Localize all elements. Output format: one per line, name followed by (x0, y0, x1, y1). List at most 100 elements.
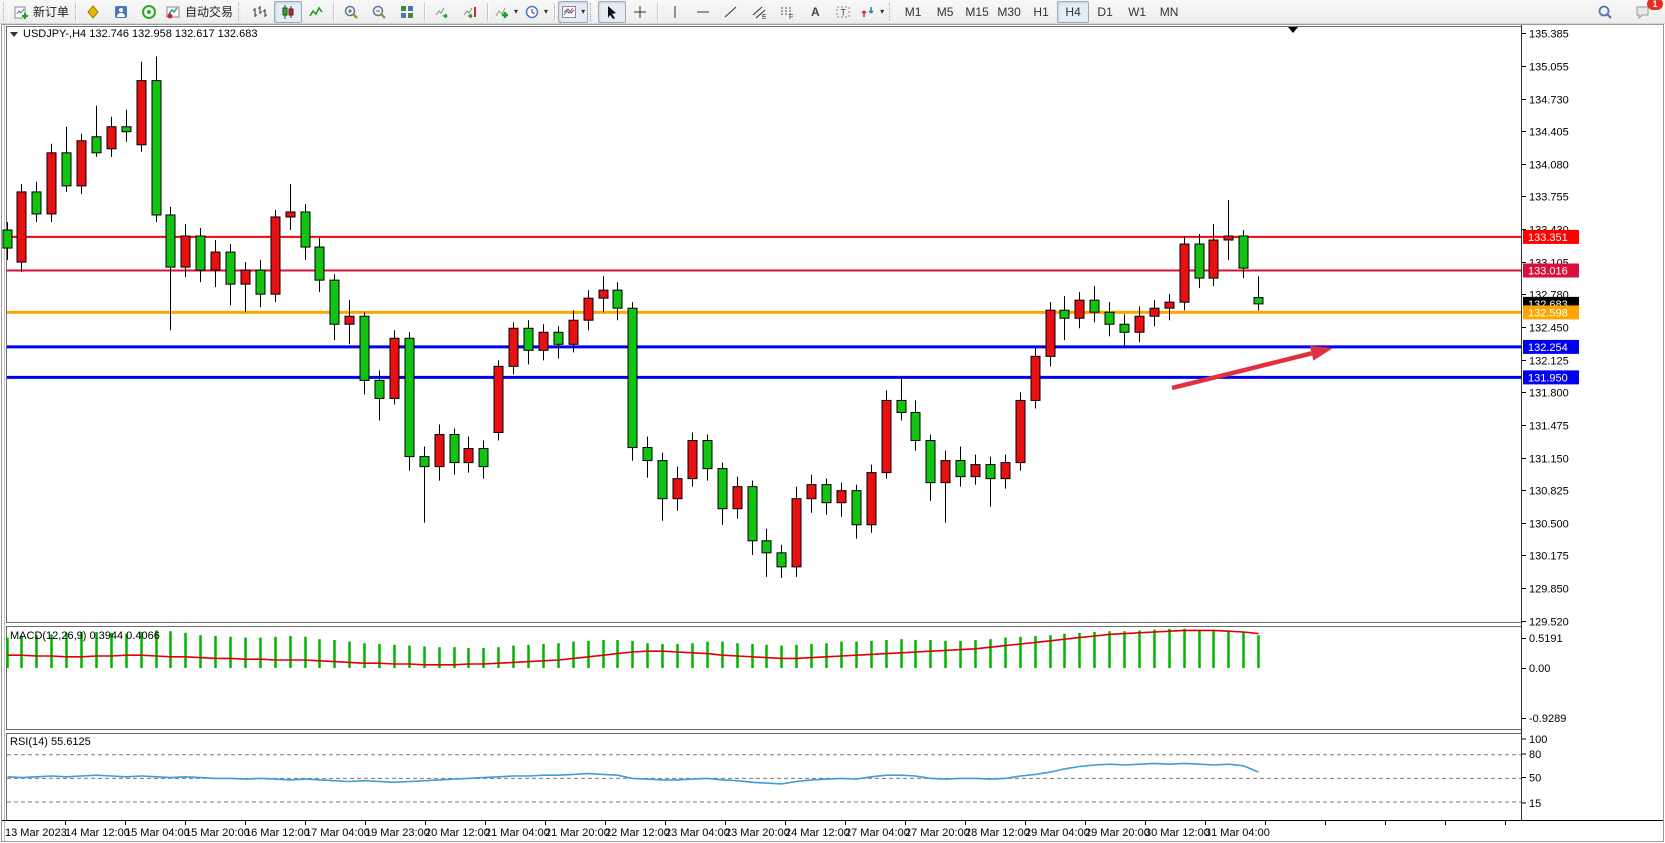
svg-text:80: 80 (1529, 749, 1541, 761)
textA-icon: A (807, 4, 823, 20)
svg-text:132.125: 132.125 (1529, 356, 1569, 368)
timeframe-h4-button[interactable]: H4 (1057, 1, 1089, 23)
terminal-icon (113, 4, 129, 20)
svg-text:15 Mar 04:00: 15 Mar 04:00 (125, 827, 190, 839)
svg-text:130.825: 130.825 (1529, 486, 1569, 498)
line-chart-button[interactable] (302, 1, 330, 23)
market-watch-button[interactable] (79, 1, 107, 23)
timeframe-m5-button-label: M5 (937, 5, 954, 19)
navigator-button[interactable] (135, 1, 163, 23)
notifications-button[interactable]: 1 (1629, 1, 1657, 23)
fibo-icon: F (779, 4, 795, 20)
auto-scroll-button[interactable] (428, 1, 456, 23)
channel-icon: E (751, 4, 767, 20)
svg-text:50: 50 (1529, 773, 1541, 785)
navigator-icon (141, 4, 157, 20)
toolbar: 新订单自动交易▾▾▾EFAT▾M1M5M15M30H1H4D1W1MN1 (0, 0, 1665, 24)
timeframe-d1-button[interactable]: D1 (1089, 1, 1121, 23)
chevron-down-icon: ▾ (514, 7, 518, 16)
rsi-indicator-label: RSI(14) 55.6125 (10, 736, 91, 748)
timeframe-m30-button-label: M30 (997, 5, 1020, 19)
indicators-button[interactable]: ▾ (491, 1, 521, 23)
new-order-button[interactable]: 新订单 (11, 1, 72, 23)
hline-icon (695, 4, 711, 20)
timeframe-m15-button[interactable]: M15 (961, 1, 993, 23)
svg-text:129.850: 129.850 (1529, 584, 1569, 596)
svg-text:134.405: 134.405 (1529, 127, 1569, 139)
chart-title[interactable]: USDJPY-,H4 132.746 132.958 132.617 132.6… (10, 28, 257, 40)
svg-text:T: T (841, 7, 847, 17)
svg-text:14 Mar 12:00: 14 Mar 12:00 (65, 827, 130, 839)
candlestick-chart-button[interactable] (274, 1, 302, 23)
toolbar-grip (889, 3, 895, 21)
search-icon (1597, 4, 1613, 20)
chevron-down-icon: ▾ (581, 7, 585, 16)
timeframe-m1-button-label: M1 (905, 5, 922, 19)
svg-text:133.755: 133.755 (1529, 192, 1569, 204)
autotrading-button[interactable]: 自动交易 (163, 1, 236, 23)
svg-text:27 Mar 04:00: 27 Mar 04:00 (845, 827, 910, 839)
svg-text:21 Mar 20:00: 21 Mar 20:00 (545, 827, 610, 839)
svg-text:21 Mar 04:00: 21 Mar 04:00 (485, 827, 550, 839)
timeframe-mn-button-label: MN (1160, 5, 1179, 19)
svg-text:23 Mar 04:00: 23 Mar 04:00 (665, 827, 730, 839)
ohlc-toggle-icon[interactable] (10, 32, 18, 37)
crosshair-button[interactable] (626, 1, 654, 23)
tile-windows-button[interactable] (393, 1, 421, 23)
zoom-in-button[interactable] (337, 1, 365, 23)
objects-list-button[interactable]: ▾ (558, 1, 588, 23)
chart-window: USDJPY-,H4 132.746 132.958 132.617 132.6… (0, 24, 1665, 843)
equidistant-channel-button[interactable]: E (745, 1, 773, 23)
shapes-button[interactable]: ▾ (857, 1, 887, 23)
trend-icon (723, 4, 739, 20)
bars-icon (252, 4, 268, 20)
chart-shift-button[interactable] (456, 1, 484, 23)
timeframe-m15-button-label: M15 (965, 5, 988, 19)
label-button[interactable]: T (829, 1, 857, 23)
svg-text:131.150: 131.150 (1529, 454, 1569, 466)
timeframe-m5-button[interactable]: M5 (929, 1, 961, 23)
macd-indicator-label: MACD(12,26,9) 0.3944 0.4066 (10, 630, 160, 642)
timeframe-w1-button[interactable]: W1 (1121, 1, 1153, 23)
svg-text:100: 100 (1529, 734, 1547, 746)
timeframe-mn-button[interactable]: MN (1153, 1, 1185, 23)
chartshift-icon (462, 4, 478, 20)
svg-text:23 Mar 20:00: 23 Mar 20:00 (725, 827, 790, 839)
timeframe-d1-button-label: D1 (1097, 5, 1112, 19)
shapes-icon (860, 4, 876, 20)
horizontal-line-button[interactable] (689, 1, 717, 23)
svg-text:133.016: 133.016 (1528, 266, 1568, 278)
svg-text:133.351: 133.351 (1528, 232, 1568, 244)
text-button[interactable]: A (801, 1, 829, 23)
svg-text:E: E (762, 14, 767, 20)
indicators-icon (494, 4, 510, 20)
timeframe-m30-button[interactable]: M30 (993, 1, 1025, 23)
timeframe-m1-button[interactable]: M1 (897, 1, 929, 23)
chart-canvas[interactable]: 135.385135.055134.730134.405134.080133.7… (0, 24, 1665, 843)
price-marker-icon (1288, 27, 1298, 33)
svg-text:19 Mar 23:00: 19 Mar 23:00 (365, 827, 430, 839)
bar-chart-button[interactable] (246, 1, 274, 23)
periods-button[interactable]: ▾ (521, 1, 551, 23)
vertical-line-button[interactable] (661, 1, 689, 23)
timeframe-h1-button[interactable]: H1 (1025, 1, 1057, 23)
toolbar-separator (75, 3, 76, 21)
data-window-button[interactable] (107, 1, 135, 23)
timeframe-h4-button-label: H4 (1065, 5, 1080, 19)
zoom-out-button[interactable] (365, 1, 393, 23)
neworder-icon (14, 4, 30, 20)
search-button[interactable] (1591, 1, 1619, 23)
svg-text:F: F (789, 14, 793, 20)
svg-text:130.500: 130.500 (1529, 519, 1569, 531)
crosshair-icon (632, 4, 648, 20)
toolbar-separator (333, 3, 334, 21)
svg-text:135.385: 135.385 (1529, 29, 1569, 41)
trendline-button[interactable] (717, 1, 745, 23)
svg-text:24 Mar 12:00: 24 Mar 12:00 (785, 827, 850, 839)
svg-text:16 Mar 12:00: 16 Mar 12:00 (245, 827, 310, 839)
svg-text:22 Mar 12:00: 22 Mar 12:00 (605, 827, 670, 839)
labelT-icon: T (835, 4, 851, 20)
fibonacci-button[interactable]: F (773, 1, 801, 23)
timeframe-h1-button-label: H1 (1033, 5, 1048, 19)
cursor-button[interactable] (598, 1, 626, 23)
